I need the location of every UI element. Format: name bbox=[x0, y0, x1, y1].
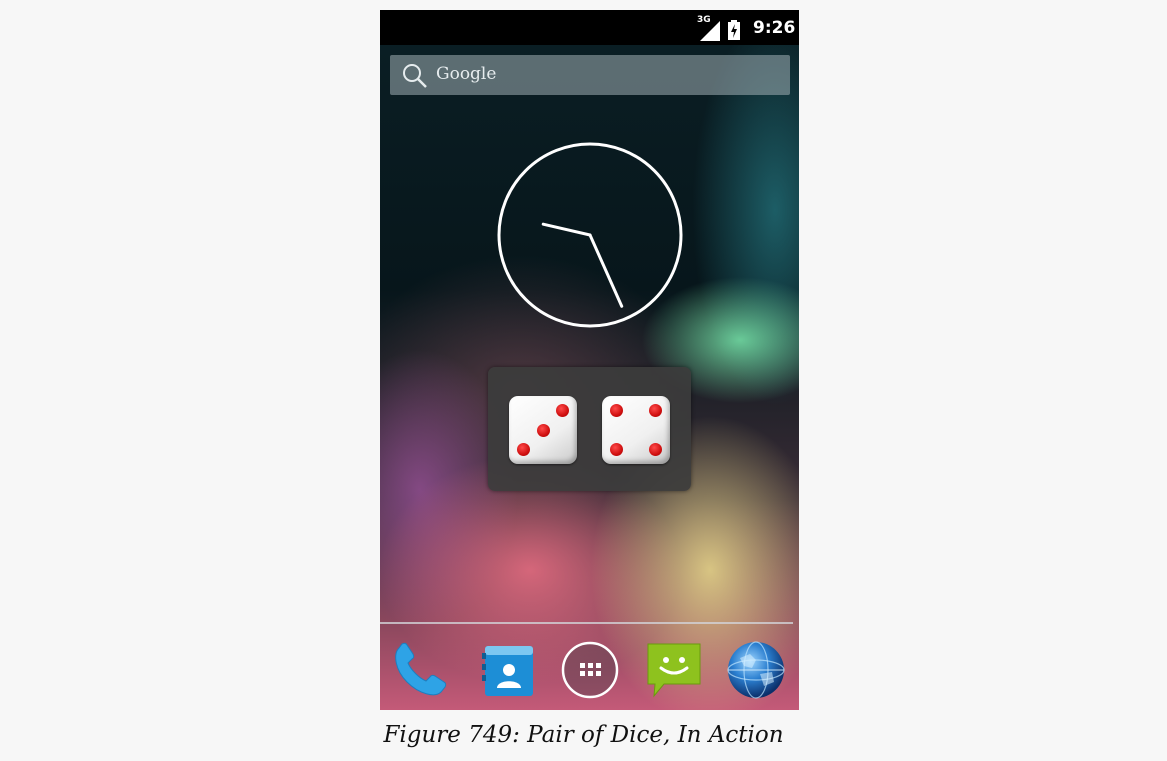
die-pip bbox=[610, 404, 624, 418]
figure-caption: Figure 749: Pair of Dice, In Action bbox=[383, 722, 784, 748]
die-1 bbox=[509, 396, 577, 464]
signal-icon bbox=[700, 21, 720, 41]
google-search-bar[interactable]: Google bbox=[390, 55, 790, 95]
status-time: 9:26 bbox=[753, 18, 796, 38]
die-pip bbox=[648, 404, 662, 418]
battery-charging-icon bbox=[728, 20, 740, 40]
phone-icon[interactable] bbox=[389, 640, 449, 700]
phone-screen: 3G 9:26 Google bbox=[380, 10, 799, 710]
messaging-icon[interactable] bbox=[644, 640, 704, 700]
clock-minute-hand bbox=[588, 233, 624, 308]
clock-hour-hand bbox=[541, 222, 592, 237]
dice-widget[interactable] bbox=[488, 367, 691, 491]
die-2 bbox=[602, 396, 670, 464]
search-icon bbox=[403, 64, 427, 88]
browser-globe-icon[interactable] bbox=[726, 640, 786, 700]
die-pip bbox=[536, 423, 550, 437]
status-bar: 3G 9:26 bbox=[380, 10, 799, 45]
die-pip bbox=[555, 404, 569, 418]
die-pip bbox=[610, 442, 624, 456]
search-label: Google bbox=[436, 64, 497, 84]
contacts-icon[interactable] bbox=[479, 640, 539, 700]
dock-divider bbox=[380, 622, 793, 624]
die-pip bbox=[517, 442, 531, 456]
die-pip bbox=[648, 442, 662, 456]
analog-clock-widget[interactable] bbox=[496, 142, 684, 330]
app-drawer-icon[interactable] bbox=[560, 640, 620, 700]
